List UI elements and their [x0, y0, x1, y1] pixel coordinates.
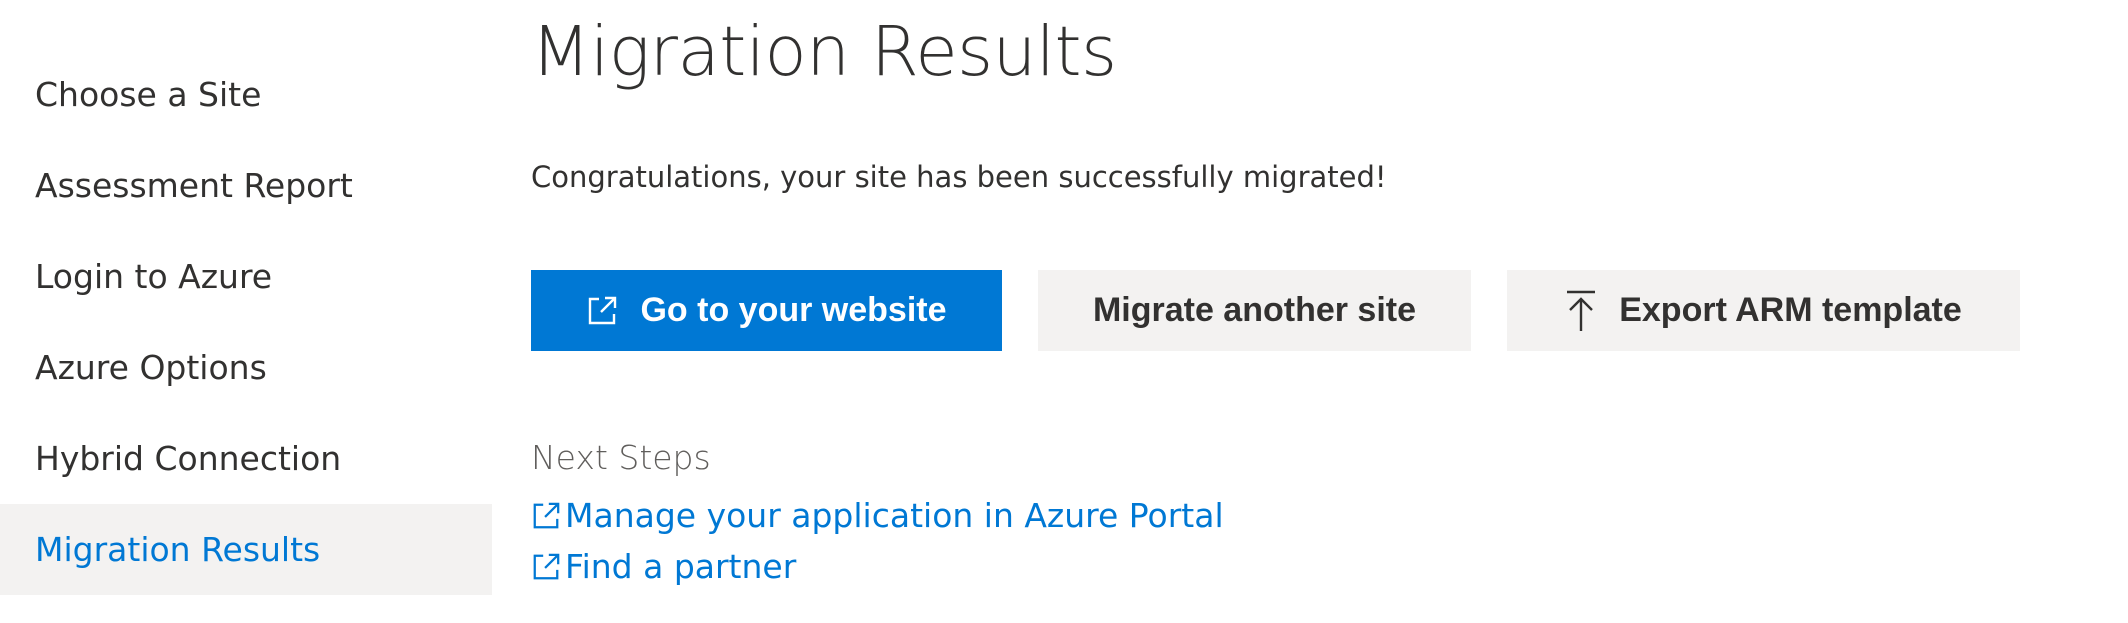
external-link-icon [586, 295, 618, 327]
sidebar-item-login-to-azure[interactable]: Login to Azure [0, 231, 492, 322]
sidebar-item-label: Azure Options [35, 348, 267, 387]
manage-link-label: Manage your application in Azure Portal [565, 496, 1224, 535]
success-message: Congratulations, your site has been succ… [531, 160, 1387, 194]
upload-arrow-icon [1565, 290, 1597, 332]
go-to-website-label: Go to your website [640, 291, 947, 329]
sidebar-item-label: Hybrid Connection [35, 439, 342, 478]
sidebar-item-choose-a-site[interactable]: Choose a Site [0, 49, 492, 140]
sidebar-item-migration-results[interactable]: Migration Results [0, 504, 492, 595]
go-to-website-button[interactable]: Go to your website [531, 270, 1002, 351]
sidebar-item-label: Login to Azure [35, 257, 273, 296]
migrate-another-site-button[interactable]: Migrate another site [1038, 270, 1471, 351]
page-title: Migration Results [531, 12, 1117, 92]
main-content: Migration Results Congratulations, your … [531, 0, 2128, 623]
sidebar-item-label: Choose a Site [35, 75, 262, 114]
external-link-icon [531, 552, 561, 582]
partner-link-label: Find a partner [565, 547, 797, 586]
sidebar-item-label: Assessment Report [35, 166, 353, 205]
sidebar-item-hybrid-connection[interactable]: Hybrid Connection [0, 413, 492, 504]
sidebar-item-assessment-report[interactable]: Assessment Report [0, 140, 492, 231]
find-a-partner-link[interactable]: Find a partner [531, 547, 796, 586]
export-arm-template-label: Export ARM template [1619, 291, 1962, 329]
sidebar-item-label: Migration Results [35, 530, 321, 569]
manage-in-azure-portal-link[interactable]: Manage your application in Azure Portal [531, 496, 1224, 535]
sidebar-item-azure-options[interactable]: Azure Options [0, 322, 492, 413]
migrate-another-site-label: Migrate another site [1092, 291, 1417, 329]
export-arm-template-button[interactable]: Export ARM template [1507, 270, 2020, 351]
sidebar-nav: Choose a Site Assessment Report Login to… [0, 0, 492, 623]
next-steps-heading: Next Steps [531, 438, 711, 477]
external-link-icon [531, 501, 561, 531]
